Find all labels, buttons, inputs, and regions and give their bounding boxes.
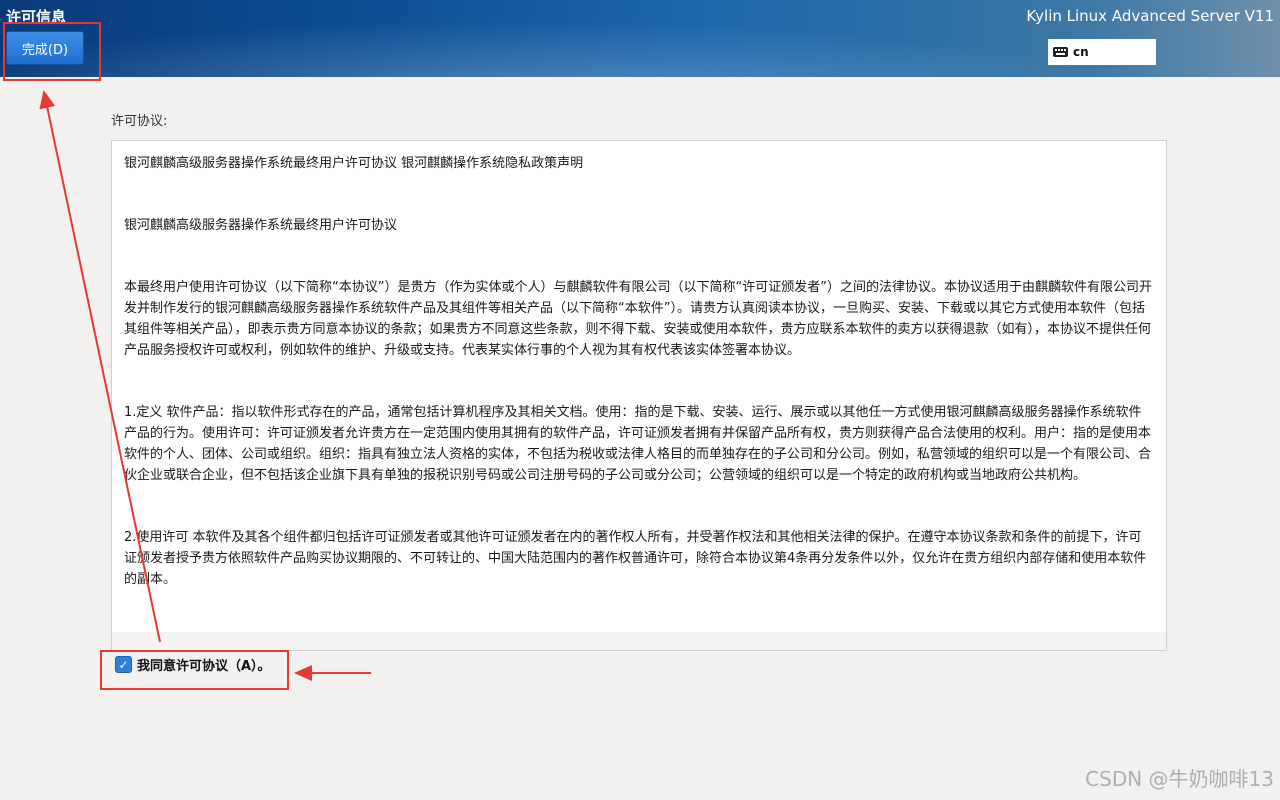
watermark: CSDN @牛奶咖啡13: [1085, 767, 1274, 791]
annotation-arrows: [39, 90, 371, 681]
annotation-arrow-up: [39, 90, 161, 643]
